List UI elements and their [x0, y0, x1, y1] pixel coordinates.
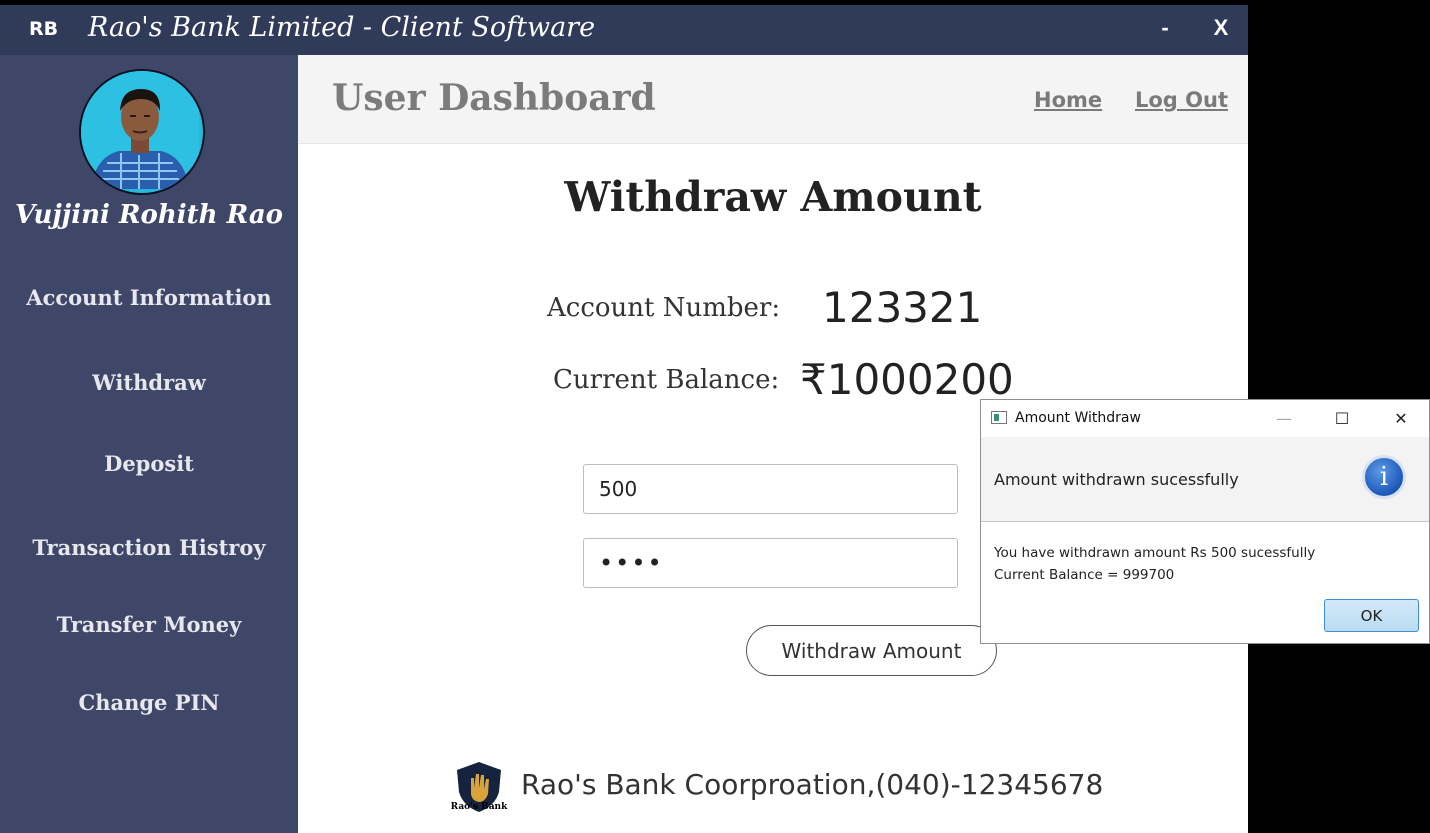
app-logo: RB [29, 18, 59, 40]
pin-input[interactable] [583, 538, 958, 588]
dialog-title: Amount Withdraw [1015, 410, 1141, 426]
sidebar-item-deposit[interactable]: Deposit [0, 451, 298, 476]
dialog-close-button[interactable]: ✕ [1381, 405, 1421, 433]
user-name: Vujjini Rohith Rao [14, 200, 284, 230]
footer-text: Rao's Bank Coorproation,(040)-12345678 [521, 768, 1104, 801]
avatar [79, 69, 205, 195]
ok-button[interactable]: OK [1324, 599, 1419, 632]
page-title: User Dashboard [332, 77, 656, 119]
dialog-message-line-1: You have withdrawn amount Rs 500 sucessf… [994, 545, 1316, 561]
current-balance-value: ₹1000200 [800, 355, 1014, 404]
dashboard-header: User Dashboard Home Log Out [298, 55, 1248, 144]
dialog-title-bar: Amount Withdraw — ☐ ✕ [981, 400, 1429, 437]
withdraw-heading: Withdraw Amount [564, 173, 982, 221]
sidebar-item-transfer-money[interactable]: Transfer Money [0, 612, 298, 637]
dialog-window-icon [991, 411, 1007, 424]
minimize-button[interactable]: - [1152, 15, 1178, 45]
dialog-message-line-2: Current Balance = 999700 [994, 567, 1175, 583]
dialog-header-text: Amount withdrawn sucessfully [994, 470, 1239, 489]
current-balance-label: Current Balance: [553, 365, 780, 395]
sidebar-item-change-pin[interactable]: Change PIN [0, 690, 298, 715]
dialog-maximize-button[interactable]: ☐ [1322, 405, 1362, 433]
dialog-minimize-button[interactable]: — [1264, 405, 1304, 433]
sidebar-item-transaction-history[interactable]: Transaction Histroy [0, 535, 298, 560]
amount-withdraw-dialog: Amount Withdraw — ☐ ✕ Amount withdrawn s… [980, 399, 1430, 644]
sidebar-item-account-information[interactable]: Account Information [0, 285, 298, 310]
footer-logo-text: Rao's Bank [450, 802, 508, 812]
amount-input[interactable] [583, 464, 958, 514]
close-button[interactable]: X [1207, 15, 1235, 45]
account-number-label: Account Number: [547, 293, 781, 323]
user-photo-icon [81, 71, 199, 189]
sidebar-item-withdraw[interactable]: Withdraw [0, 370, 298, 395]
account-number-value: 123321 [822, 283, 983, 332]
withdraw-amount-button[interactable]: Withdraw Amount [746, 625, 997, 676]
dialog-header: Amount withdrawn sucessfully i [981, 437, 1429, 522]
info-icon: i [1362, 455, 1406, 499]
sidebar: Vujjini Rohith Rao Account Information W… [0, 55, 298, 833]
window-title: Rao's Bank Limited - Client Software [88, 12, 596, 43]
logout-link[interactable]: Log Out [1135, 88, 1228, 112]
home-link[interactable]: Home [1034, 88, 1102, 112]
title-bar: RB Rao's Bank Limited - Client Software … [0, 5, 1248, 55]
